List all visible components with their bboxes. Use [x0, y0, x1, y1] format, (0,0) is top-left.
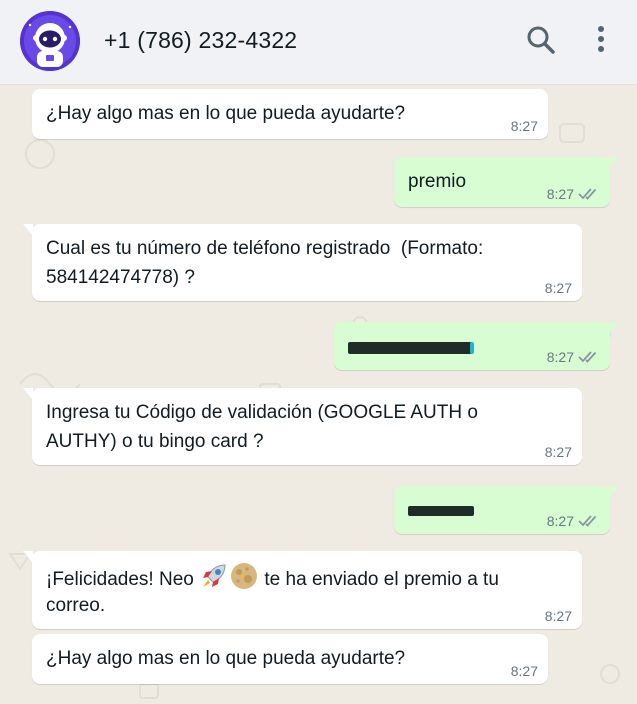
moon-emoji-icon	[231, 563, 258, 589]
contact-avatar[interactable]	[20, 11, 80, 71]
read-ticks-icon	[578, 351, 597, 363]
message-outgoing[interactable]: 8:27	[394, 486, 619, 534]
redacted-code	[408, 506, 474, 516]
message-incoming[interactable]: ¡Felicidades! Neo te ha enviado el premi…	[23, 551, 582, 629]
search-icon[interactable]	[526, 24, 556, 61]
redacted-phone-number	[348, 342, 472, 354]
more-options-icon[interactable]	[594, 24, 608, 61]
message-text-line2: AUTHY) o tu bingo card ?	[46, 431, 264, 452]
message-text-line1: ¡Felicidades! Neo te ha enviado el premi…	[46, 561, 499, 594]
message-text: ¿Hay algo mas en lo que pueda ayudarte?	[46, 103, 406, 124]
message-outgoing[interactable]: 8:27	[334, 322, 619, 370]
rocket-emoji-icon	[203, 564, 226, 587]
read-ticks-icon	[578, 515, 597, 527]
message-time: 8:27	[546, 186, 574, 202]
message-meta: 8:27	[545, 280, 572, 296]
message-time: 8:27	[544, 608, 572, 624]
message-meta: 8:27	[545, 444, 572, 460]
message-text: premio	[408, 171, 467, 192]
message-text-line2: correo.	[46, 595, 106, 616]
contact-name[interactable]: +1 (786) 232-4322	[104, 27, 297, 54]
message-meta: 8:27	[547, 513, 600, 529]
message-time: 8:27	[510, 118, 538, 134]
message-text: ¿Hay algo mas en lo que pueda ayudarte?	[46, 648, 406, 669]
message-time: 8:27	[546, 349, 574, 365]
message-meta: 8:27	[511, 663, 538, 679]
message-time: 8:27	[544, 444, 572, 460]
message-incoming[interactable]: Cual es tu número de teléfono registrado…	[23, 224, 582, 301]
message-meta: 8:27	[545, 608, 572, 624]
message-text-line1: Ingresa tu Código de validación (GOOGLE …	[46, 402, 478, 423]
message-incoming[interactable]: Ingresa tu Código de validación (GOOGLE …	[23, 388, 582, 465]
message-meta: 8:27	[511, 118, 538, 134]
chat-header: +1 (786) 232-4322	[0, 0, 637, 85]
message-outgoing[interactable]: premio 8:27	[394, 157, 619, 207]
message-incoming[interactable]: ¿Hay algo mas en lo que pueda ayudarte? …	[32, 634, 548, 684]
message-text-part: ¡Felicidades! Neo	[46, 569, 200, 590]
message-time: 8:27	[544, 280, 572, 296]
read-ticks-icon	[578, 188, 597, 200]
message-incoming[interactable]: ¿Hay algo mas en lo que pueda ayudarte? …	[32, 89, 548, 139]
message-text-line2: 584142474778) ?	[46, 267, 195, 288]
message-list[interactable]: ¿Hay algo mas en lo que pueda ayudarte? …	[0, 84, 637, 704]
message-text-part: te ha enviado el premio a tu	[259, 569, 499, 590]
message-meta: 8:27	[547, 186, 600, 202]
redaction-edge	[470, 342, 474, 354]
astronaut-icon	[20, 11, 80, 71]
message-time: 8:27	[546, 513, 574, 529]
message-time: 8:27	[510, 663, 538, 679]
message-text-line1: Cual es tu número de teléfono registrado…	[46, 238, 484, 259]
message-meta: 8:27	[547, 349, 600, 365]
